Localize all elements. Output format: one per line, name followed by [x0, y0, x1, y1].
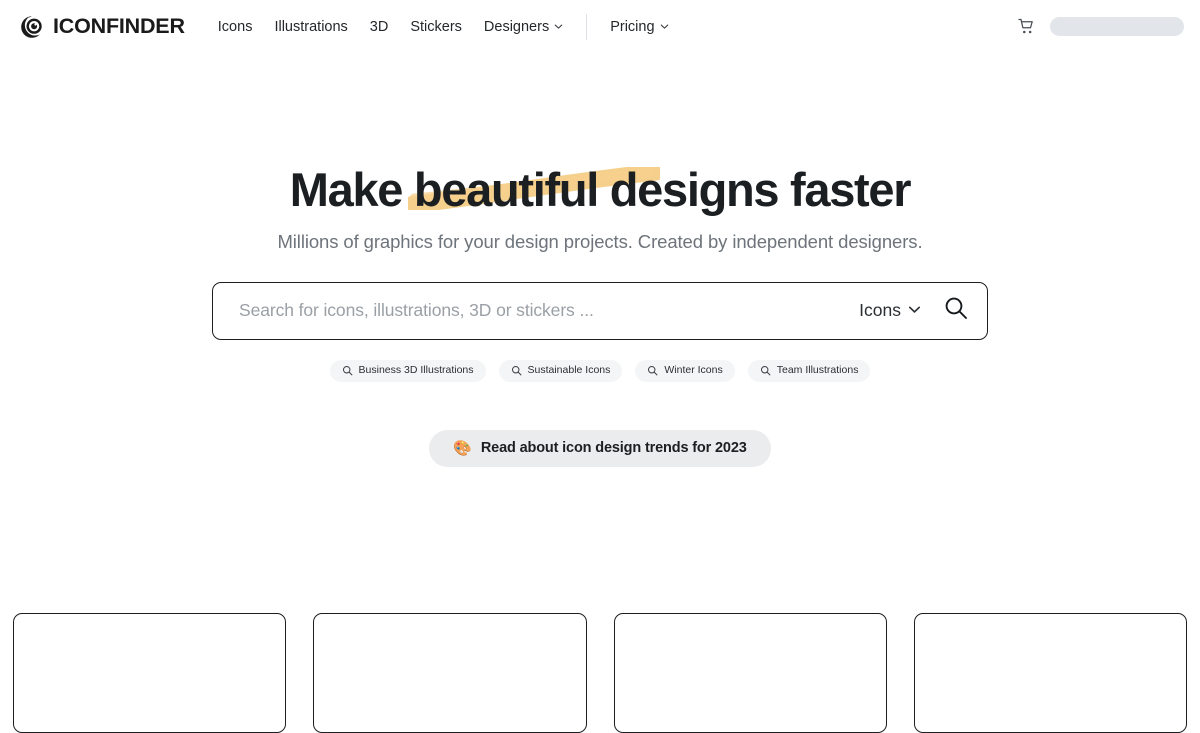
logo[interactable]: ICONFINDER — [18, 13, 185, 41]
featured-card[interactable] — [614, 613, 887, 733]
suggestion-chip-sustainable-icons[interactable]: Sustainable Icons — [499, 360, 623, 383]
artist-palette-emoji-icon: 🎨 — [453, 441, 472, 456]
search-input[interactable] — [237, 299, 851, 322]
featured-card[interactable] — [914, 613, 1187, 733]
nav-item-label: Stickers — [410, 19, 462, 35]
main-navigation: Icons Illustrations 3D Stickers Designer… — [207, 0, 680, 53]
nav-item-label: 3D — [370, 19, 389, 35]
search-suggestions: Business 3D Illustrations Sustainable Ic… — [0, 360, 1200, 383]
magnifier-icon — [760, 365, 771, 376]
featured-card[interactable] — [313, 613, 586, 733]
page-title: Make beautiful designs faster — [290, 165, 910, 215]
nav-item-label: Pricing — [610, 19, 654, 35]
suggestion-chip-team-illustrations[interactable]: Team Illustrations — [748, 360, 871, 383]
nav-item-pricing[interactable]: Pricing — [599, 19, 679, 35]
header-right-actions — [1017, 17, 1188, 36]
suggestion-chip-label: Sustainable Icons — [528, 364, 611, 378]
account-loading-placeholder[interactable] — [1050, 17, 1184, 36]
search-type-label: Icons — [859, 300, 901, 321]
logo-wordmark: ICONFINDER — [53, 16, 185, 38]
nav-item-label: Icons — [218, 19, 253, 35]
chevron-down-icon — [908, 300, 921, 321]
suggestion-chip-label: Team Illustrations — [777, 364, 859, 378]
suggestion-chip-label: Winter Icons — [664, 364, 722, 378]
magnifier-icon — [342, 365, 353, 376]
nav-item-illustrations[interactable]: Illustrations — [263, 19, 358, 35]
nav-item-designers[interactable]: Designers — [473, 19, 574, 35]
search-submit-button[interactable] — [943, 295, 969, 326]
nav-item-label: Illustrations — [274, 19, 347, 35]
suggestion-chip-business-3d-illustrations[interactable]: Business 3D Illustrations — [330, 360, 486, 383]
shopping-cart-icon[interactable] — [1017, 17, 1036, 36]
iconfinder-eye-logo-icon — [18, 13, 46, 41]
page-title-text: Make beautiful designs faster — [290, 163, 910, 216]
nav-item-stickers[interactable]: Stickers — [399, 19, 473, 35]
featured-card-row — [0, 613, 1200, 733]
hero-section: Make beautiful designs faster Millions o… — [0, 53, 1200, 467]
page-subtitle: Millions of graphics for your design pro… — [0, 231, 1200, 253]
suggestion-chip-label: Business 3D Illustrations — [359, 364, 474, 378]
featured-card[interactable] — [13, 613, 286, 733]
nav-item-icons[interactable]: Icons — [207, 19, 264, 35]
promo-banner-link[interactable]: 🎨 Read about icon design trends for 2023 — [429, 430, 770, 467]
search-bar[interactable]: Icons — [212, 282, 988, 340]
chevron-down-icon — [660, 19, 669, 35]
site-header: ICONFINDER Icons Illustrations 3D Sticke… — [0, 0, 1200, 53]
magnifier-icon — [511, 365, 522, 376]
promo-banner-label: Read about icon design trends for 2023 — [481, 440, 747, 456]
promo-banner-row: 🎨 Read about icon design trends for 2023 — [0, 430, 1200, 467]
nav-divider — [586, 14, 587, 40]
magnifier-icon — [943, 295, 969, 326]
magnifier-icon — [647, 365, 658, 376]
chevron-down-icon — [554, 19, 563, 35]
suggestion-chip-winter-icons[interactable]: Winter Icons — [635, 360, 734, 383]
nav-item-3d[interactable]: 3D — [359, 19, 400, 35]
nav-item-label: Designers — [484, 19, 549, 35]
search-type-dropdown[interactable]: Icons — [851, 300, 929, 321]
